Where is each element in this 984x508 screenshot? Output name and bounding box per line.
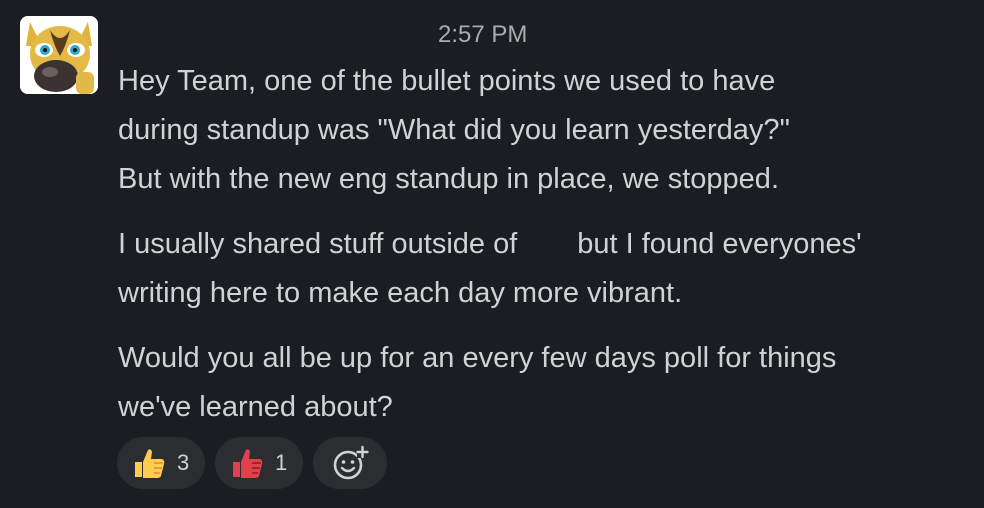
message-line: I usually shared stuff outside of but I f… [118, 220, 978, 269]
avatar[interactable] [20, 16, 98, 94]
message-line: Hey Team, one of the bullet points we us… [118, 65, 776, 97]
message-line-segment: but I found everyones' [577, 228, 862, 260]
message-line: we've learned about? [118, 391, 393, 423]
message-body: Hey Team, one of the bullet points we us… [118, 57, 978, 448]
add-reaction-icon [333, 445, 369, 480]
reactions-bar: 3 1 [117, 437, 387, 489]
reaction-count: 3 [177, 450, 190, 475]
message-line: Would you all be up for an every few day… [118, 342, 837, 374]
thumbs-up-icon [135, 449, 165, 478]
reaction-thumbs-up[interactable]: 3 [117, 437, 205, 489]
message-paragraph-2: I usually shared stuff outside of but I f… [118, 220, 978, 318]
message: 2:57 PM Hey Team, one of the bullet poin… [0, 0, 984, 508]
message-line: But with the new eng standup in place, w… [118, 163, 779, 195]
dog-avatar-icon [20, 16, 98, 94]
reaction-thumbs-down[interactable]: 1 [215, 437, 303, 489]
message-line: writing here to make each day more vibra… [118, 277, 683, 309]
message-timestamp[interactable]: 2:57 PM [438, 20, 527, 50]
message-paragraph-3: Would you all be up for an every few day… [118, 334, 978, 432]
add-reaction-button[interactable] [313, 437, 387, 489]
message-line: during standup was "What did you learn y… [118, 114, 790, 146]
message-paragraph-1: Hey Team, one of the bullet points we us… [118, 57, 978, 204]
reaction-count: 1 [275, 450, 288, 475]
thumbs-down-icon [233, 449, 263, 478]
message-line-segment: I usually shared stuff outside of [118, 228, 518, 260]
